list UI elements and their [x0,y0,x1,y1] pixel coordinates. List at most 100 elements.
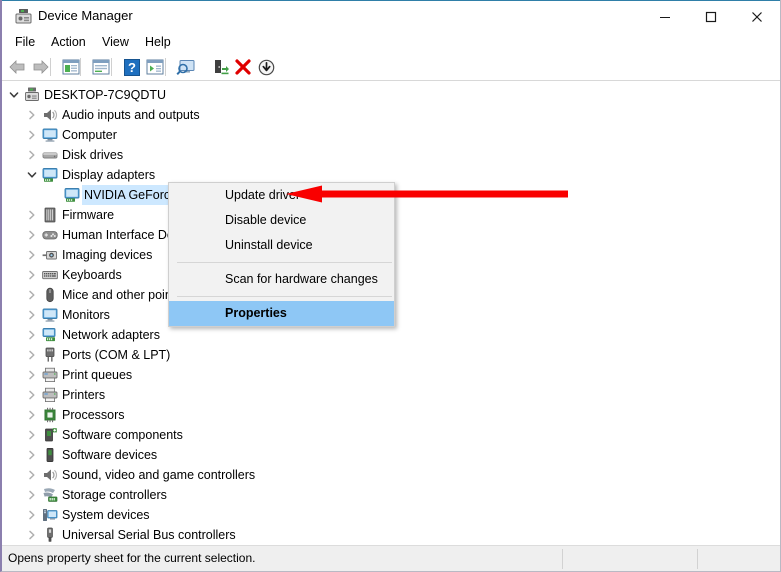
help-button[interactable]: ? [121,56,143,78]
camera-icon [42,247,58,263]
display-adapter-icon [64,187,80,203]
context-menu-separator [177,296,392,297]
chevron-right-icon[interactable] [24,205,40,225]
chevron-right-icon[interactable] [24,125,40,145]
chevron-right-icon[interactable] [24,465,40,485]
system-device-icon [42,507,58,523]
tree-item[interactable]: Software devices [2,445,780,465]
back-button[interactable] [6,56,28,78]
uninstall-device-button[interactable] [232,56,254,78]
status-text: Opens property sheet for the current sel… [8,551,256,565]
tree-item[interactable]: Storage controllers [2,485,780,505]
chevron-right-icon[interactable] [24,385,40,405]
menu-help[interactable]: Help [138,34,178,51]
chevron-right-icon[interactable] [24,445,40,465]
tree-item-label: DESKTOP-7C9QDTU [44,88,167,102]
menu-bar: File Action View Help [2,31,780,53]
chevron-right-icon[interactable] [24,265,40,285]
tree-item[interactable]: Software components [2,425,780,445]
tree-item[interactable]: DESKTOP-7C9QDTU [2,85,780,105]
tree-item[interactable]: Ports (COM & LPT) [2,345,780,365]
chevron-right-icon[interactable] [24,305,40,325]
tree-item-label: Imaging devices [62,248,153,262]
chevron-right-icon[interactable] [24,225,40,245]
context-menu-item-properties[interactable]: Properties [169,301,394,326]
toolbar-separator [80,58,81,76]
tree-item-label: Software components [62,428,183,442]
scroll-rail[interactable] [778,162,780,519]
menu-file[interactable]: File [8,34,42,51]
status-bar: Opens property sheet for the current sel… [2,545,780,571]
tree-item[interactable]: Processors [2,405,780,425]
context-menu-separator [177,262,392,263]
tree-item[interactable]: Sound, video and game controllers [2,465,780,485]
show-hide-console-tree-button[interactable] [60,56,82,78]
context-menu-item-disable-device[interactable]: Disable device [169,208,394,233]
chevron-right-icon[interactable] [24,245,40,265]
processor-chip-icon [42,407,58,423]
title-bar: Device Manager [2,0,780,31]
svg-text:?: ? [128,60,136,75]
chevron-right-icon[interactable] [24,325,40,345]
tree-item-label: Network adapters [62,328,160,342]
toolbar: ? [2,53,780,81]
chevron-right-icon[interactable] [24,345,40,365]
context-menu-item-update-driver[interactable]: Update driver [169,183,394,208]
context-menu-item-scan-for-hardware-changes[interactable]: Scan for hardware changes [169,267,394,292]
tree-item-label: Display adapters [62,168,156,182]
monitor-icon [42,307,58,323]
chevron-right-icon[interactable] [24,145,40,165]
computer-desktop-icon [24,87,40,103]
chevron-down-icon[interactable] [24,165,40,185]
device-manager-icon [15,8,32,25]
menu-view[interactable]: View [95,34,136,51]
tree-item[interactable]: Computer [2,125,780,145]
chevron-down-icon[interactable] [6,85,22,105]
tree-item[interactable]: Network adapters [2,325,780,345]
tree-item-label: Sound, video and game controllers [62,468,256,482]
chevron-right-icon[interactable] [24,425,40,445]
status-divider [697,549,698,569]
tree-item-label: Disk drives [62,148,124,162]
tree-item-label: Processors [62,408,125,422]
toolbar-separator [165,58,166,76]
keyboard-icon [42,267,58,283]
tree-item-label: Storage controllers [62,488,167,502]
tree-item[interactable]: Print queues [2,365,780,385]
chevron-right-icon[interactable] [24,365,40,385]
properties-button[interactable] [90,56,112,78]
speaker-icon [42,467,58,483]
close-button[interactable] [734,1,780,32]
chevron-right-icon[interactable] [24,405,40,425]
update-driver-button[interactable] [209,56,231,78]
chevron-right-icon[interactable] [24,525,40,545]
toolbar-separator [111,58,112,76]
chevron-right-icon[interactable] [24,285,40,305]
action-button[interactable] [144,56,166,78]
chevron-right-icon[interactable] [24,505,40,525]
mouse-icon [42,287,58,303]
minimize-button[interactable] [642,1,688,32]
storage-controller-icon [42,487,58,503]
tree-item[interactable]: Universal Serial Bus controllers [2,525,780,545]
printer-icon [42,387,58,403]
tree-item-label: Audio inputs and outputs [62,108,200,122]
context-menu[interactable]: Update driver Disable device Uninstall dev… [168,182,395,327]
menu-action[interactable]: Action [44,34,93,51]
tree-item-label: Printers [62,388,106,402]
tree-item-label: Firmware [62,208,115,222]
context-menu-item-uninstall-device[interactable]: Uninstall device [169,233,394,258]
tree-item[interactable]: Audio inputs and outputs [2,105,780,125]
chevron-right-icon[interactable] [24,105,40,125]
tree-item[interactable]: Printers [2,385,780,405]
chevron-right-icon[interactable] [24,485,40,505]
device-manager-window: Device Manager File Action View Help ? D… [0,0,781,572]
scan-hardware-changes-button[interactable] [175,56,197,78]
tree-item[interactable]: System devices [2,505,780,525]
disable-device-button[interactable] [255,56,277,78]
tree-item[interactable]: Disk drives [2,145,780,165]
software-component-icon [42,427,58,443]
maximize-button[interactable] [688,1,734,32]
status-divider [562,549,563,569]
forward-button[interactable] [29,56,51,78]
